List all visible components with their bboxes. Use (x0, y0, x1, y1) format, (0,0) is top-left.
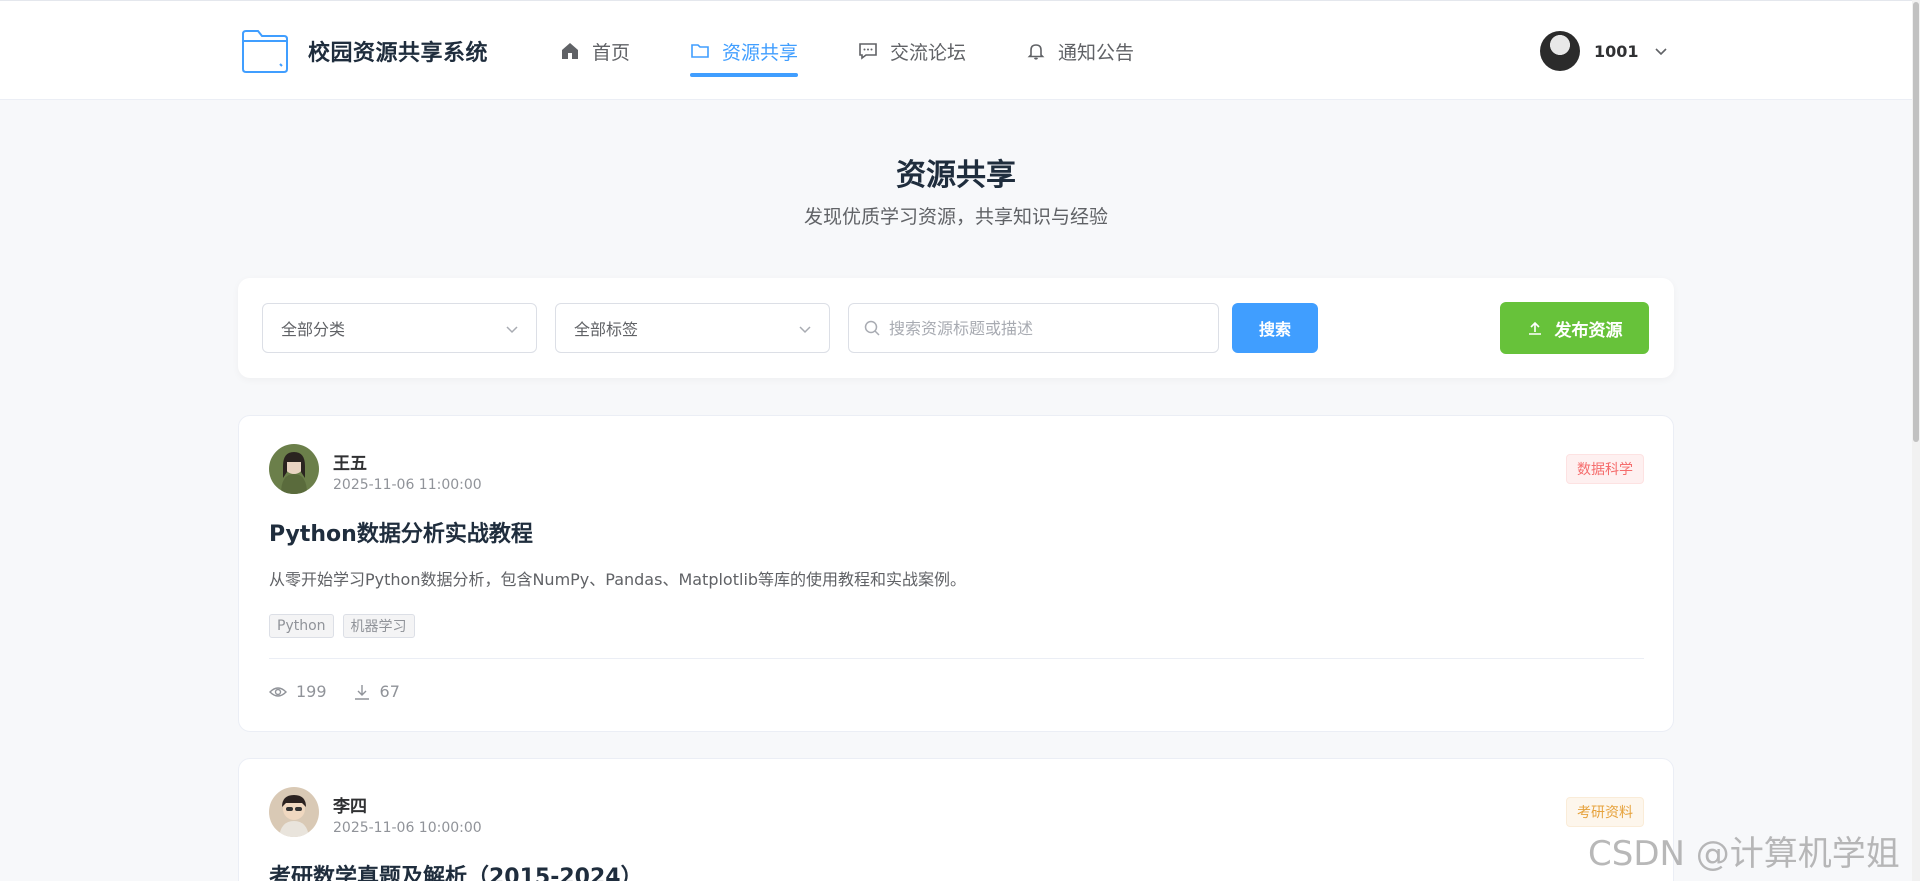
chat-icon (859, 43, 877, 60)
resource-card[interactable]: 李四 2025-11-06 10:00:00 考研资料 考研数学真题及解析（20… (238, 758, 1674, 881)
user-name: 1001 (1594, 41, 1639, 61)
resource-title[interactable]: Python数据分析实战教程 (269, 516, 533, 548)
category-badge: 数据科学 (1566, 454, 1644, 484)
tag-chip[interactable]: 机器学习 (342, 614, 415, 638)
watermark: CSDN @计算机学姐 (1588, 834, 1900, 874)
chevron-down-icon (799, 326, 811, 334)
category-select-value: 全部分类 (281, 320, 346, 339)
publish-button-label: 发布资源 (1554, 320, 1623, 341)
category-select[interactable]: 全部分类 (262, 303, 537, 353)
chevron-down-icon (1654, 48, 1667, 56)
folder-logo-icon (242, 30, 288, 73)
user-avatar (1540, 31, 1580, 71)
resource-stats: 199 67 (269, 682, 426, 701)
nav-notices-label: 通知公告 (1058, 41, 1135, 64)
filter-bar: 全部分类 全部标签 搜索 发布资源 (238, 278, 1674, 378)
page-title: 资源共享 (896, 158, 1016, 193)
author-avatar (269, 787, 319, 837)
scrollbar-thumb[interactable] (1913, 2, 1919, 442)
author-avatar (269, 444, 319, 494)
bell-icon (1027, 44, 1045, 60)
page-subtitle: 发现优质学习资源，共享知识与经验 (803, 206, 1108, 228)
download-count-value: 67 (379, 682, 400, 701)
nav-resources[interactable]: 资源共享 (690, 1, 799, 101)
home-icon (562, 43, 578, 59)
top-header: 校园资源共享系统 首页 资源共享 交流论坛 通知公告 1001 (0, 0, 1920, 100)
folder-icon (691, 44, 709, 58)
card-divider (269, 658, 1644, 659)
nav-home[interactable]: 首页 (560, 1, 630, 101)
publish-time: 2025-11-06 10:00:00 (333, 820, 482, 836)
nav-forum-label: 交流论坛 (890, 41, 967, 64)
tag-select-value: 全部标签 (574, 320, 639, 339)
author-name: 李四 (333, 797, 367, 817)
app-logo[interactable]: 校园资源共享系统 (240, 28, 488, 74)
app-title: 校园资源共享系统 (308, 41, 489, 66)
download-count: 67 (353, 682, 400, 701)
view-count-value: 199 (296, 682, 327, 701)
resource-title[interactable]: 考研数学真题及解析（2015-2024） (269, 859, 643, 881)
search-input[interactable] (889, 318, 1209, 338)
search-button[interactable]: 搜索 (1232, 303, 1318, 353)
view-count: 199 (269, 682, 327, 701)
publish-resource-button[interactable]: 发布资源 (1500, 302, 1649, 354)
nav-forum[interactable]: 交流论坛 (858, 1, 966, 101)
eye-icon (269, 686, 287, 697)
tag-chip[interactable]: Python (269, 614, 334, 638)
nav-resources-label: 资源共享 (722, 41, 799, 64)
tag-select[interactable]: 全部标签 (555, 303, 830, 353)
upload-icon (1528, 321, 1541, 335)
resource-tags: Python 机器学习 (269, 614, 424, 638)
resource-description: 从零开始学习Python数据分析，包含NumPy、Pandas、Matplotl… (269, 570, 967, 589)
download-icon (354, 684, 369, 700)
search-icon (864, 320, 880, 336)
user-menu[interactable]: 1001 (1540, 31, 1669, 71)
resource-card[interactable]: 王五 2025-11-06 11:00:00 数据科学 Python数据分析实战… (238, 415, 1674, 732)
publish-time: 2025-11-06 11:00:00 (333, 477, 482, 493)
chevron-down-icon (506, 326, 518, 334)
search-field (848, 303, 1219, 353)
nav-notices[interactable]: 通知公告 (1026, 1, 1134, 101)
category-badge: 考研资料 (1566, 797, 1644, 827)
main-nav: 首页 资源共享 交流论坛 通知公告 (560, 1, 1194, 101)
nav-home-label: 首页 (592, 41, 631, 64)
author-name: 王五 (333, 454, 367, 474)
